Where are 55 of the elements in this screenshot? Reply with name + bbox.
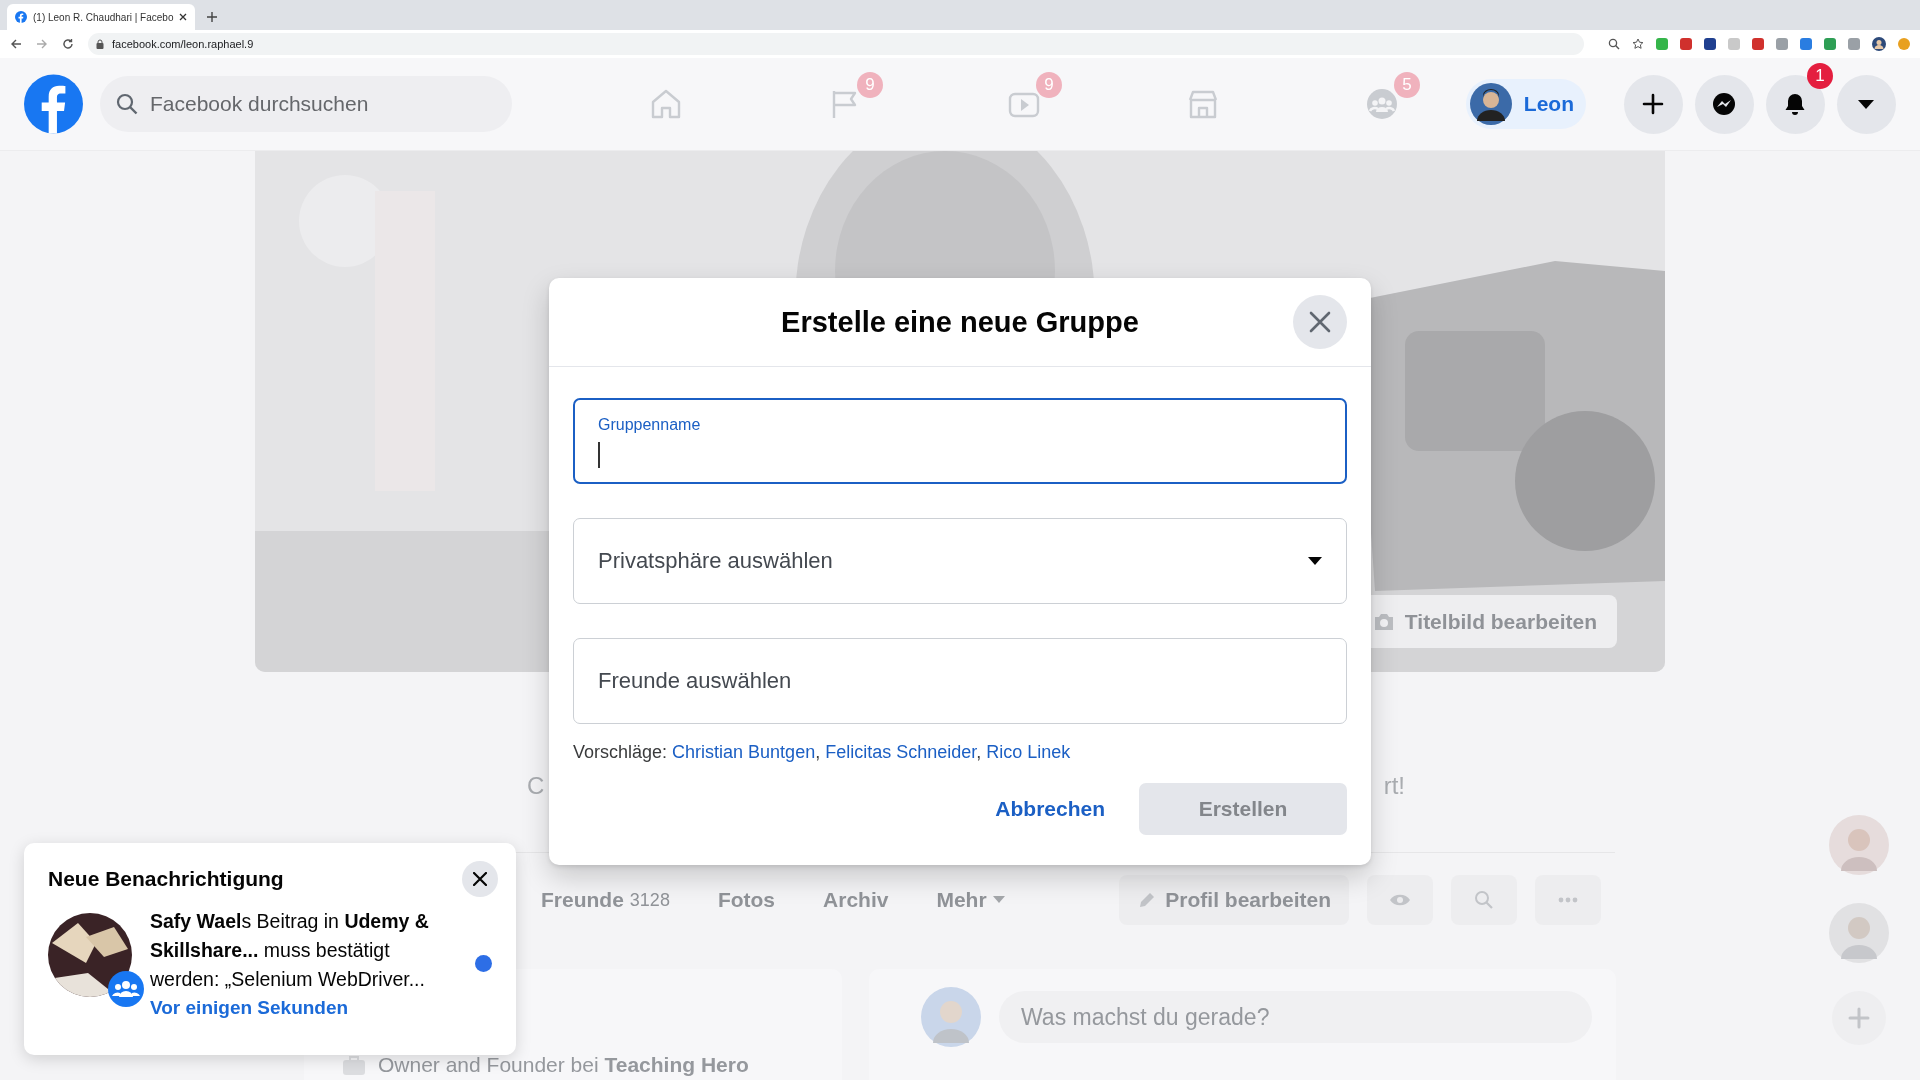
avatar-icon — [1469, 83, 1512, 125]
facebook-icon — [15, 11, 27, 23]
search-field[interactable]: Facebook durchsuchen — [100, 76, 512, 132]
post-field[interactable]: Was machst du gerade? — [999, 991, 1592, 1043]
new-tab-icon[interactable] — [207, 12, 218, 22]
profile-button[interactable]: Leon — [1465, 79, 1586, 129]
reload-icon[interactable] — [62, 38, 74, 50]
notification-title: Neue Benachrichtigung — [48, 867, 284, 891]
browser-tab[interactable]: (1) Leon R. Chaudhari | Facebo — [7, 4, 196, 30]
close-icon — [1309, 311, 1331, 333]
facebook-logo[interactable] — [24, 74, 83, 134]
dialog-title: Erstelle eine neue Gruppe — [781, 305, 1139, 339]
text-field[interactable]: Freunde auswählen — [573, 638, 1347, 724]
work-text: Owner and Founder bei Teaching Hero — [378, 1053, 749, 1077]
notification-badge: 9 — [856, 72, 883, 98]
group-badge-icon — [108, 971, 144, 1007]
close-icon[interactable] — [179, 13, 188, 21]
address-field[interactable]: facebook.com/leon.raphael.9 — [88, 33, 1584, 55]
update-dot-icon[interactable] — [1898, 38, 1910, 50]
zoom-icon[interactable] — [1608, 38, 1620, 50]
text-field[interactable]: Gruppenname — [573, 398, 1347, 484]
suggestion-link[interactable]: Rico Linek — [986, 742, 1071, 762]
extension-icon[interactable] — [1680, 38, 1692, 50]
search-icon — [1474, 890, 1494, 910]
back-icon[interactable] — [10, 38, 22, 50]
extension-icon[interactable] — [1704, 38, 1716, 50]
dropdown[interactable]: Privatsphäre auswählen — [573, 518, 1347, 604]
avatar-icon[interactable] — [1872, 37, 1886, 51]
more-icon — [1558, 897, 1578, 903]
close-icon — [473, 872, 487, 886]
caret-icon — [1308, 556, 1322, 566]
intro-text: rt! — [1383, 772, 1405, 800]
suggestion-link[interactable]: Felicitas Schneider — [825, 742, 977, 762]
camera-icon — [1372, 611, 1395, 632]
messenger-icon — [1712, 92, 1737, 116]
notification-text: Safy Waels Beitrag in Udemy & Skillshare... muss bestätigt werden: „Selenium WebDriver... — [150, 909, 430, 992]
star-icon[interactable] — [1632, 38, 1644, 50]
avatar-icon — [921, 987, 981, 1047]
forward-icon[interactable] — [36, 38, 48, 50]
notification-badge: 9 — [1035, 72, 1062, 98]
extension-icon[interactable] — [1752, 38, 1764, 50]
lock-icon — [96, 39, 104, 49]
extension-icon[interactable] — [1800, 38, 1812, 50]
suggestion-link[interactable]: Christian Buntgen — [672, 742, 816, 762]
notification-badge: 5 — [1393, 72, 1420, 98]
cancel-button[interactable]: Abbrechen — [985, 783, 1115, 835]
intro-text: C — [527, 772, 545, 800]
plus-icon — [1641, 92, 1666, 116]
notification-badge: 1 — [1807, 62, 1833, 89]
briefcase-icon — [342, 1054, 366, 1076]
suggestions-text: Vorschläge: Christian Buntgen, Felicitas Schneider, Rico Linek — [573, 742, 1072, 763]
search-icon — [116, 93, 138, 115]
timestamp: Vor einigen Sekunden — [150, 997, 350, 1019]
eye-icon — [1389, 892, 1411, 908]
close-button[interactable] — [462, 861, 498, 897]
